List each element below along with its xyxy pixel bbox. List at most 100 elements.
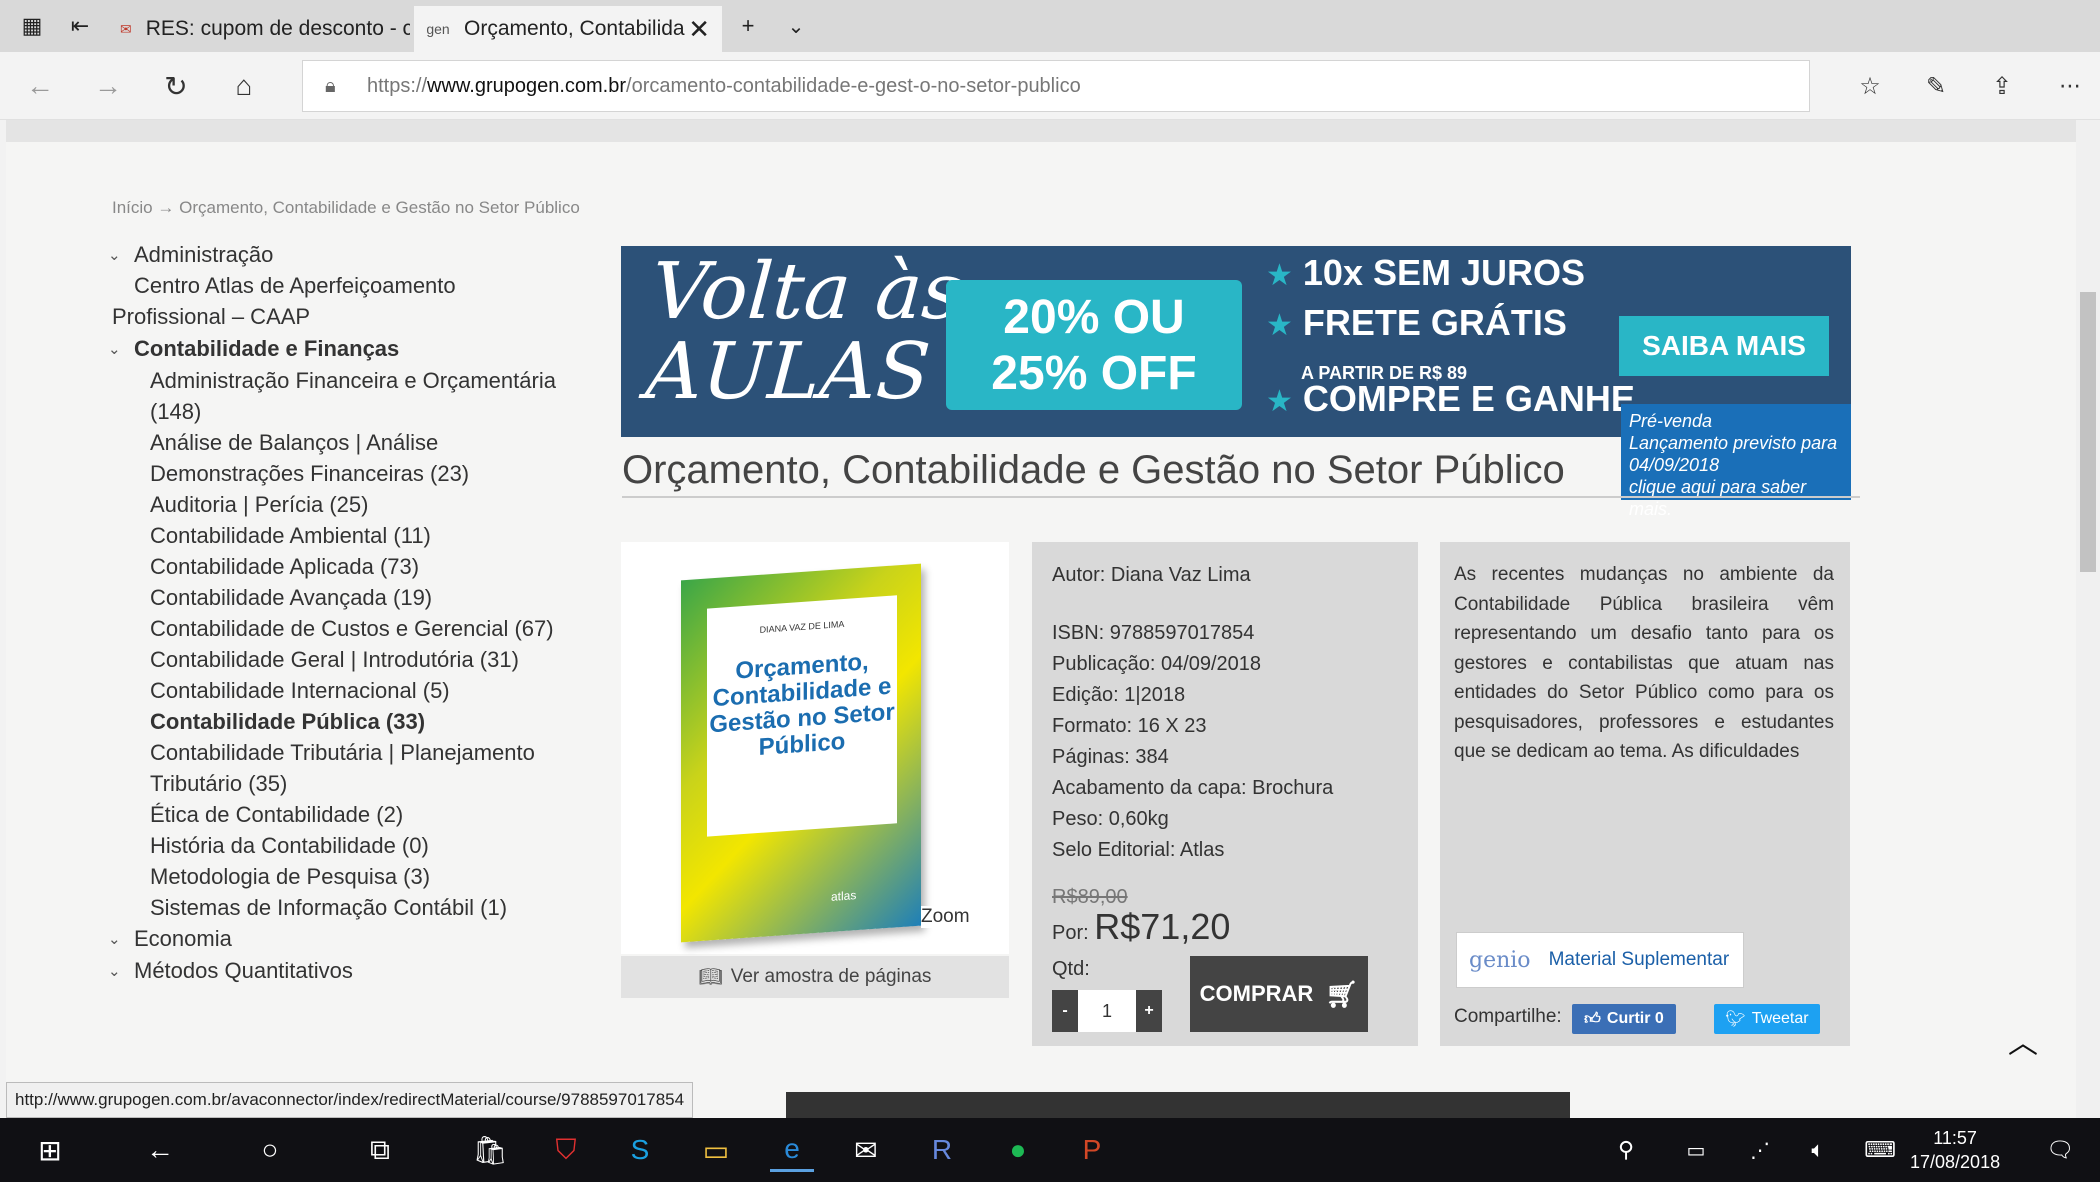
sidebar-subitem[interactable]: Contabilidade Tributária | Planejamento: [150, 740, 535, 766]
star-icon: ★: [1266, 385, 1293, 418]
book-image-box[interactable]: DIANA VAZ DE LIMA Orçamento, Contabilida…: [621, 542, 1009, 954]
qty-minus-button[interactable]: -: [1052, 990, 1078, 1032]
spotify-icon[interactable]: ●: [996, 1128, 1040, 1172]
pre-sale-line: Pré-venda: [1629, 411, 1713, 431]
cortana-icon[interactable]: ○: [248, 1128, 292, 1172]
breadcrumb-current: Orçamento, Contabilidade e Gestão no Set…: [179, 198, 580, 217]
qty-plus-button[interactable]: +: [1136, 990, 1162, 1032]
tab-product[interactable]: gen Orçamento, Contabilida ✕: [414, 6, 722, 52]
tweet-button[interactable]: 🐦︎ Tweetar: [1714, 1004, 1820, 1034]
chevron-down-icon[interactable]: ⌄: [782, 12, 810, 40]
sidebar-item-administracao[interactable]: Administração: [134, 242, 273, 268]
sidebar-subitem[interactable]: Sistemas de Informação Contábil (1): [150, 895, 507, 921]
sidebar-item-metodos[interactable]: Métodos Quantitativos: [134, 958, 353, 984]
pen-icon[interactable]: ✎: [1918, 68, 1954, 104]
home-icon[interactable]: ⌂: [226, 68, 262, 104]
url-host: www.grupogen.com.br: [427, 74, 627, 97]
bottom-nav-bar: [786, 1092, 1570, 1118]
sidebar-subitem-active[interactable]: Contabilidade Pública (33): [150, 709, 425, 735]
refresh-icon[interactable]: ↻: [158, 68, 194, 104]
share-label: Compartilhe:: [1454, 1006, 1562, 1027]
windows-start-icon[interactable]: ⊞: [28, 1128, 72, 1172]
share-icon[interactable]: ⇪: [1984, 68, 2020, 104]
sidebar-subitem[interactable]: Contabilidade Geral | Introdutória (31): [150, 647, 519, 673]
sidebar-subitem[interactable]: Contabilidade Aplicada (73): [150, 554, 419, 580]
buy-button[interactable]: COMPRAR 🛒︎: [1190, 956, 1368, 1032]
sidebar-subitem[interactable]: Tributário (35): [150, 771, 287, 797]
file-explorer-icon[interactable]: ▭: [694, 1128, 738, 1172]
scrollbar[interactable]: [2076, 120, 2100, 1118]
keyboard-icon[interactable]: ⌨: [1858, 1128, 1902, 1172]
new-tab-icon[interactable]: +: [734, 12, 762, 40]
sidebar-subitem[interactable]: Ética de Contabilidade (2): [150, 802, 403, 828]
store-icon[interactable]: 🛍︎: [468, 1128, 512, 1172]
pre-sale-notice[interactable]: Pré-venda Lançamento previsto para 04/09…: [1621, 404, 1851, 519]
zoom-link[interactable]: Zoom: [921, 906, 970, 928]
page-top-strip: [6, 120, 2076, 142]
saiba-mais-button[interactable]: SAIBA MAIS: [1619, 316, 1829, 376]
sidebar-subitem[interactable]: Demonstrações Financeiras (23): [150, 461, 469, 487]
sample-pages-button[interactable]: 📖︎ Ver amostra de páginas: [621, 956, 1009, 998]
powerpoint-icon[interactable]: P: [1070, 1128, 1114, 1172]
banner-feature: ★ COMPRE E GANHE: [1266, 378, 1635, 420]
people-icon[interactable]: ⚲: [1604, 1128, 1648, 1172]
book-cover-publisher: atlas: [831, 888, 857, 904]
battery-icon[interactable]: ▭: [1674, 1128, 1718, 1172]
qty-input[interactable]: 1: [1078, 990, 1136, 1032]
scrollbar-thumb[interactable]: [2080, 292, 2096, 572]
sidebar-item-caap[interactable]: Centro Atlas de Aperfeiçoamento: [134, 273, 456, 299]
chevron-down-icon[interactable]: ⌄: [108, 340, 121, 358]
chevron-down-icon[interactable]: ⌄: [108, 962, 121, 980]
back-to-top-icon[interactable]: ︿: [2008, 1018, 2038, 1062]
isbn: ISBN: 9788597017854: [1052, 622, 1255, 644]
antivirus-icon[interactable]: ⛉: [544, 1128, 588, 1172]
skype-icon[interactable]: S: [618, 1128, 662, 1172]
facebook-like-button[interactable]: 👍︎ Curtir 0: [1572, 1004, 1676, 1034]
banner-feature-text: COMPRE E GANHE: [1302, 378, 1635, 419]
chevron-down-icon[interactable]: ⌄: [108, 930, 121, 948]
edge-icon[interactable]: e: [770, 1128, 814, 1172]
address-bar[interactable]: 🔒︎ https://www.grupogen.com.br/orcamento…: [302, 60, 1810, 112]
more-icon[interactable]: ⋯: [2052, 68, 2088, 104]
sidebar-subitem[interactable]: Contabilidade de Custos e Gerencial (67): [150, 616, 554, 642]
forward-icon[interactable]: →: [90, 68, 126, 104]
task-view-icon[interactable]: ⧉: [358, 1128, 402, 1172]
notifications-icon[interactable]: 🗨︎: [2038, 1128, 2082, 1172]
book-cover-title: Orçamento, Contabilidade e Gestão no Set…: [709, 648, 895, 761]
status-url-tooltip: http://www.grupogen.com.br/avaconnector/…: [6, 1082, 694, 1118]
breadcrumb-home[interactable]: Início: [112, 198, 153, 217]
back-icon[interactable]: ←: [22, 68, 58, 104]
sidebar-item-caap-cont[interactable]: Profissional – CAAP: [112, 304, 310, 330]
sidebar-subitem[interactable]: Contabilidade Ambiental (11): [150, 523, 431, 549]
quantity-stepper: - 1 +: [1052, 990, 1162, 1032]
chevron-down-icon[interactable]: ⌄: [108, 246, 121, 264]
sidebar-subitem[interactable]: Análise de Balanços | Análise: [150, 430, 438, 456]
wifi-icon[interactable]: ⋰: [1738, 1128, 1782, 1172]
sidebar-subitem[interactable]: Auditoria | Perícia (25): [150, 492, 368, 518]
banner-discount: 20% OU 25% OFF: [946, 280, 1242, 410]
sidebar-subitem[interactable]: Metodologia de Pesquisa (3): [150, 864, 430, 890]
tab-actions-icon[interactable]: ▦: [18, 12, 46, 40]
mail-icon[interactable]: ✉: [844, 1128, 888, 1172]
sidebar-subitem[interactable]: Administração Financeira e Orçamentária: [150, 368, 556, 394]
pre-sale-line: 04/09/2018: [1629, 455, 1720, 475]
tab-title: Orçamento, Contabilida: [464, 17, 685, 40]
tab-bar: ▦ ⇤ ✉ RES: cupom de desconto - c gen Orç…: [0, 0, 2100, 52]
r-app-icon[interactable]: R: [920, 1128, 964, 1172]
sidebar-subitem[interactable]: Contabilidade Avançada (19): [150, 585, 432, 611]
close-tab-icon[interactable]: ✕: [688, 14, 710, 45]
favorites-icon[interactable]: ☆: [1852, 68, 1888, 104]
sidebar-subitem[interactable]: Contabilidade Internacional (5): [150, 678, 450, 704]
volume-icon[interactable]: 🔈︎: [1796, 1128, 1840, 1172]
buy-label: COMPRAR: [1199, 981, 1314, 1006]
sidebar-subitem[interactable]: (148): [150, 399, 201, 425]
breadcrumb-separator: →: [157, 198, 175, 217]
material-suplementar-button[interactable]: genio Material Suplementar: [1456, 932, 1744, 988]
clock[interactable]: 11:57 17/08/2018: [1910, 1126, 2000, 1174]
set-aside-tabs-icon[interactable]: ⇤: [66, 12, 94, 40]
sidebar-item-contabilidade-financas[interactable]: Contabilidade e Finanças: [134, 336, 399, 362]
sidebar-item-economia[interactable]: Economia: [134, 926, 232, 952]
sidebar-subitem[interactable]: História da Contabilidade (0): [150, 833, 429, 859]
tab-email[interactable]: ✉ RES: cupom de desconto - c: [108, 6, 410, 52]
back-icon[interactable]: ←: [138, 1128, 182, 1172]
